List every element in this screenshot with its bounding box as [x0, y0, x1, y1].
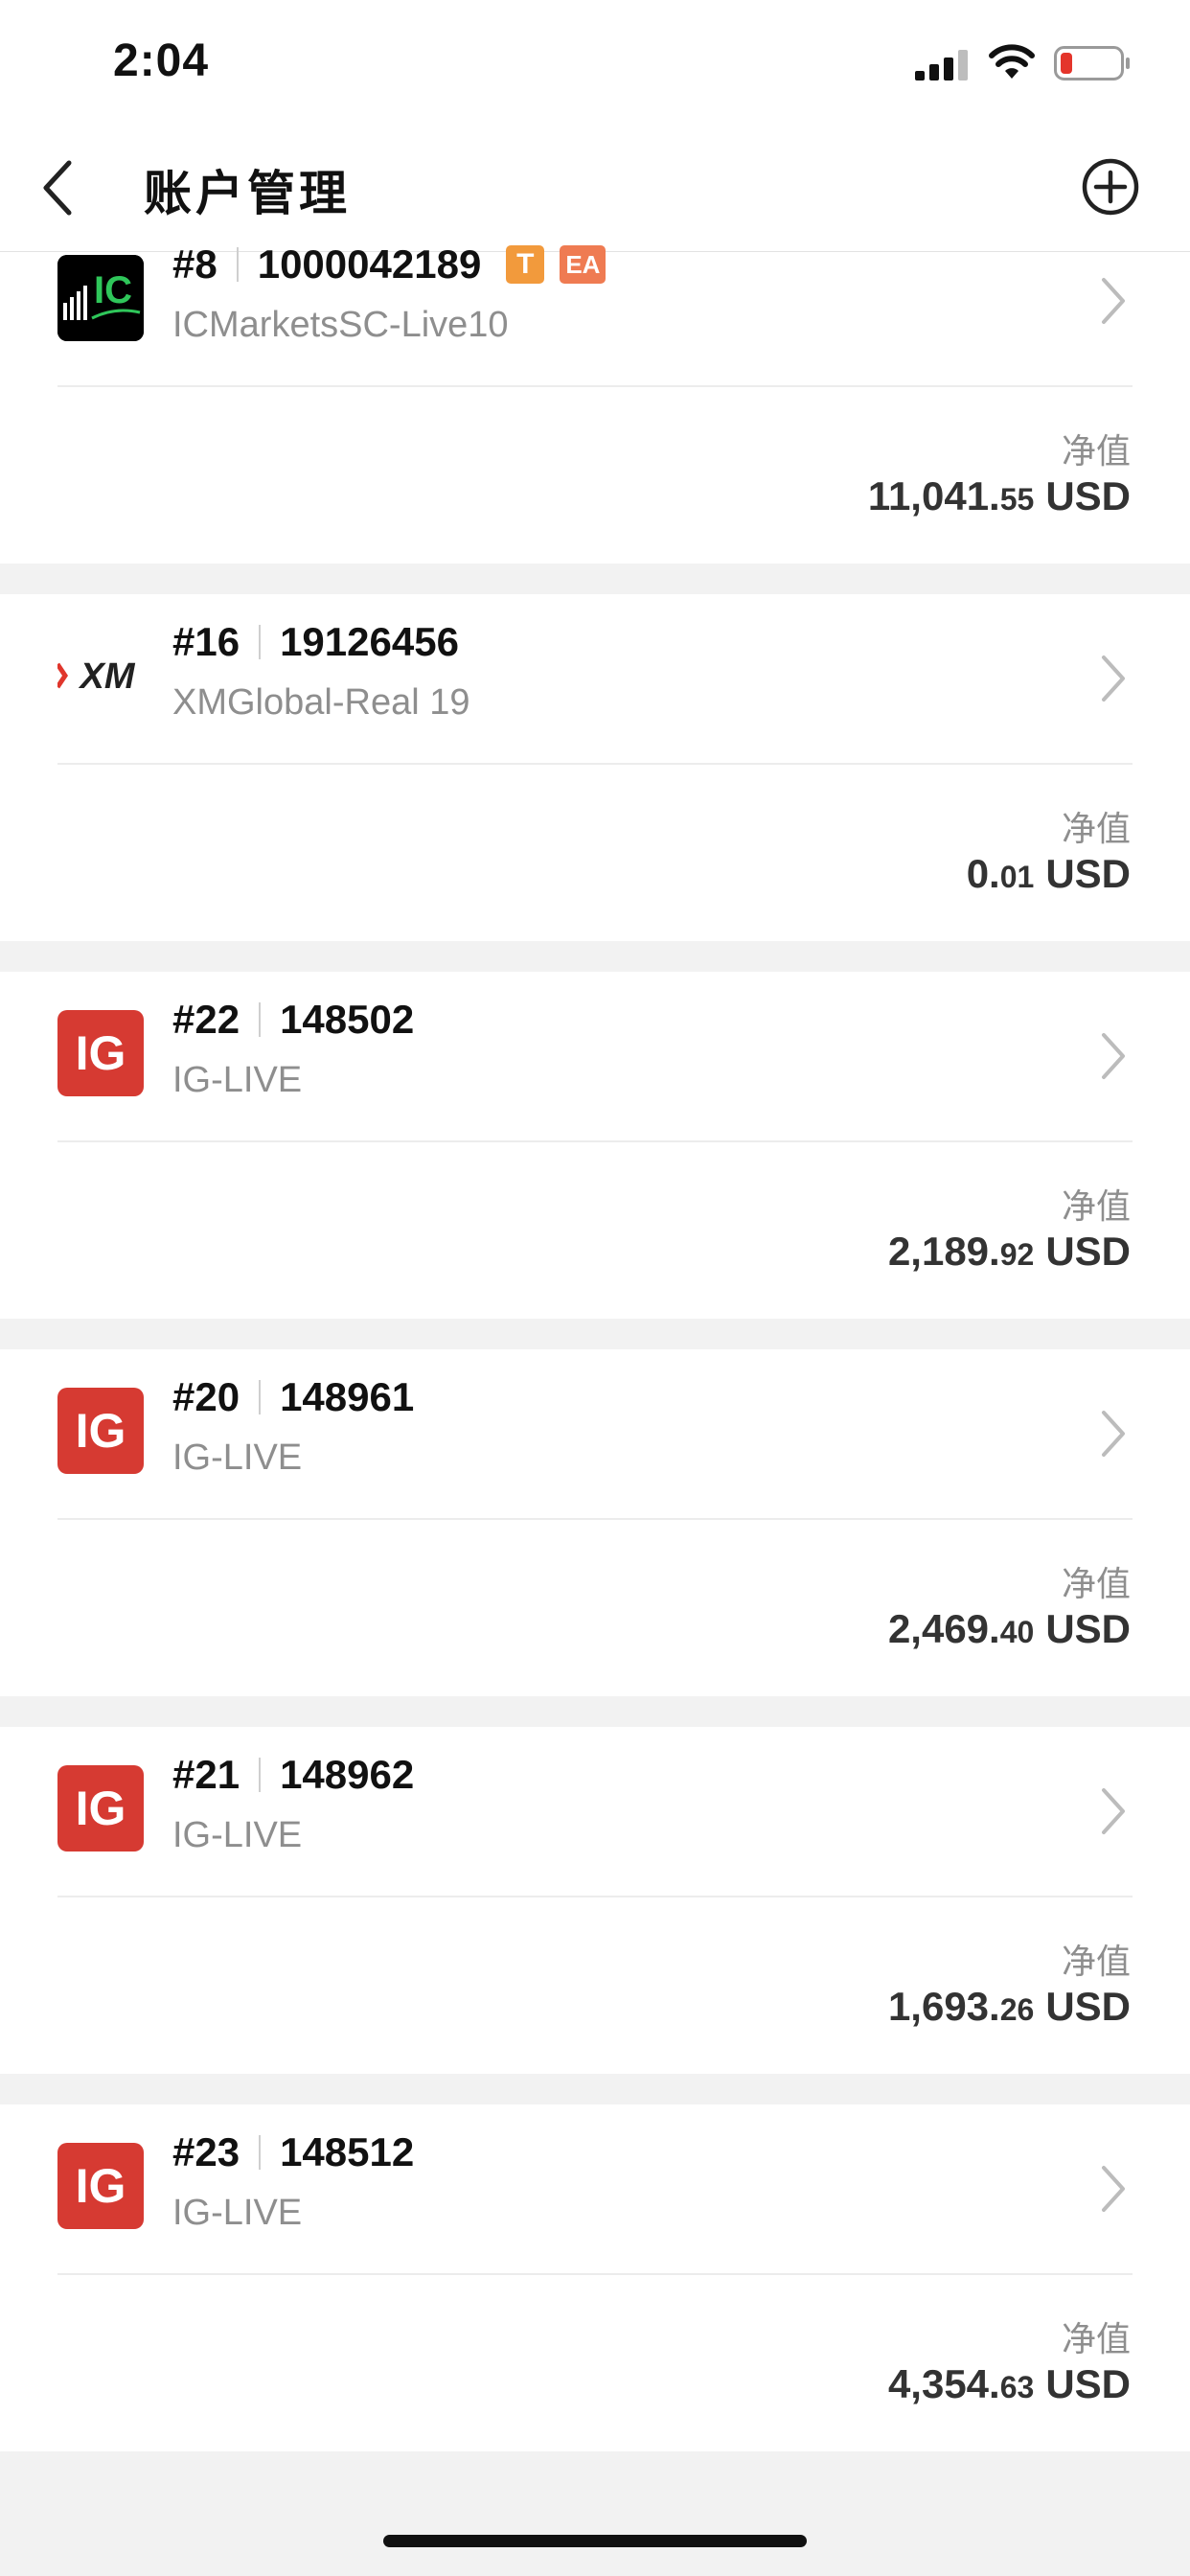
- chevron-right-icon[interactable]: [1100, 2164, 1127, 2214]
- badge-t: T: [506, 245, 545, 284]
- equity-value: 4,354.63 USD: [887, 2361, 1131, 2406]
- svg-text:IG: IG: [76, 1782, 126, 1835]
- ig-logo: IG: [57, 1388, 144, 1474]
- account-number: 148512: [280, 2129, 415, 2174]
- chevron-right-icon[interactable]: [1100, 1031, 1127, 1081]
- home-indicator[interactable]: [383, 2535, 807, 2547]
- equity-value: 2,469.40 USD: [887, 1606, 1131, 1651]
- ig-logo: IG: [57, 1765, 144, 1852]
- equity-value: 1,693.26 USD: [887, 1984, 1131, 2029]
- account-number: 148962: [280, 1752, 415, 1797]
- chevron-right-icon[interactable]: [1100, 276, 1127, 326]
- divider: [57, 1518, 1133, 1520]
- account-index: #23: [172, 2129, 240, 2174]
- ig-logo-icon: IG: [76, 1782, 126, 1835]
- equity-label: 净值: [1061, 810, 1131, 849]
- account-list: IC #8 1000042189 T EA ICMarketsSC-Live10…: [0, 242, 1190, 2482]
- equity-label: 净值: [1061, 2320, 1131, 2359]
- account-number: 19126456: [280, 619, 459, 664]
- divider: [57, 2273, 1133, 2275]
- chevron-right-icon[interactable]: [1100, 1409, 1127, 1459]
- account-index: #8: [172, 242, 217, 287]
- separator: [259, 2135, 262, 2170]
- equity-value: 0.01 USD: [966, 851, 1131, 896]
- account-server: IG-LIVE: [172, 1815, 303, 1855]
- ig-logo-icon: IG: [76, 1404, 126, 1458]
- account-index: #21: [172, 1752, 240, 1797]
- ig-logo: IG: [57, 1010, 144, 1096]
- account-number: 148502: [280, 997, 415, 1042]
- account-row[interactable]: IG #23 148512 IG-LIVE: [0, 2104, 1190, 2235]
- chevron-right-icon[interactable]: [1100, 1786, 1127, 1836]
- account-server: IG-LIVE: [172, 2193, 303, 2233]
- status-bar: 2:04: [0, 0, 1190, 126]
- account-index: #22: [172, 997, 240, 1042]
- equity-label: 净值: [1061, 1943, 1131, 1982]
- svg-text:IG: IG: [76, 1026, 126, 1080]
- divider: [57, 1896, 1133, 1898]
- account-card[interactable]: IG #23 148512 IG-LIVE 净值 4,354.63 USD: [0, 2104, 1190, 2451]
- equity-value: 11,041.55 USD: [867, 473, 1131, 518]
- account-card[interactable]: IG #22 148502 IG-LIVE 净值 2,189.92 USD: [0, 972, 1190, 1319]
- account-row[interactable]: IG #22 148502 IG-LIVE: [0, 972, 1190, 1102]
- ic-markets-logo-icon: IC: [57, 255, 144, 341]
- svg-text:IG: IG: [76, 2159, 126, 2213]
- account-card[interactable]: IG #21 148962 IG-LIVE 净值 1,693.26 USD: [0, 1727, 1190, 2074]
- page-title: 账户管理: [144, 166, 351, 221]
- battery-icon: [1054, 46, 1130, 80]
- status-time: 2:04: [113, 35, 210, 86]
- account-card[interactable]: XM #16 19126456 XMGlobal-Real 19 净值 0.01…: [0, 594, 1190, 941]
- account-row[interactable]: IG #20 148961 IG-LIVE: [0, 1349, 1190, 1480]
- account-index: #16: [172, 619, 240, 664]
- equity-label: 净值: [1061, 432, 1131, 472]
- account-row[interactable]: XM #16 19126456 XMGlobal-Real 19: [0, 594, 1190, 724]
- account-card[interactable]: IC #8 1000042189 T EA ICMarketsSC-Live10…: [0, 242, 1190, 564]
- account-row[interactable]: IG #21 148962 IG-LIVE: [0, 1727, 1190, 1857]
- chevron-right-icon[interactable]: [1100, 654, 1127, 703]
- ic-markets-logo: IC: [57, 255, 144, 341]
- xm-logo-icon: XM: [57, 656, 136, 697]
- account-server: ICMarketsSC-Live10: [172, 305, 509, 345]
- badge-ea: EA: [560, 245, 606, 284]
- equity-value: 2,189.92 USD: [887, 1229, 1131, 1274]
- account-row[interactable]: IC #8 1000042189 T EA ICMarketsSC-Live10: [0, 217, 1190, 347]
- divider: [57, 385, 1133, 387]
- xm-logo: XM: [57, 632, 144, 719]
- account-number: 1000042189: [257, 242, 482, 287]
- account-card[interactable]: IG #20 148961 IG-LIVE 净值 2,469.40 USD: [0, 1349, 1190, 1696]
- account-number: 148961: [280, 1374, 415, 1419]
- account-server: XMGlobal-Real 19: [172, 682, 470, 723]
- separator: [236, 247, 239, 282]
- equity-label: 净值: [1061, 1565, 1131, 1604]
- svg-text:IG: IG: [76, 1404, 126, 1458]
- account-server: IG-LIVE: [172, 1060, 303, 1100]
- account-server: IG-LIVE: [172, 1438, 303, 1478]
- divider: [57, 1140, 1133, 1142]
- svg-text:IC: IC: [94, 269, 132, 311]
- add-account-icon[interactable]: [1081, 157, 1140, 217]
- separator: [259, 1758, 262, 1792]
- equity-label: 净值: [1061, 1187, 1131, 1227]
- svg-text:XM: XM: [79, 656, 136, 697]
- separator: [259, 1380, 262, 1414]
- separator: [259, 625, 262, 659]
- cellular-signal-icon: [915, 50, 968, 80]
- divider: [57, 763, 1133, 765]
- account-index: #20: [172, 1374, 240, 1419]
- ig-logo-icon: IG: [76, 2159, 126, 2213]
- wifi-icon: [989, 44, 1035, 79]
- back-chevron-icon[interactable]: [38, 157, 77, 218]
- ig-logo-icon: IG: [76, 1026, 126, 1080]
- ig-logo: IG: [57, 2143, 144, 2229]
- separator: [259, 1002, 262, 1037]
